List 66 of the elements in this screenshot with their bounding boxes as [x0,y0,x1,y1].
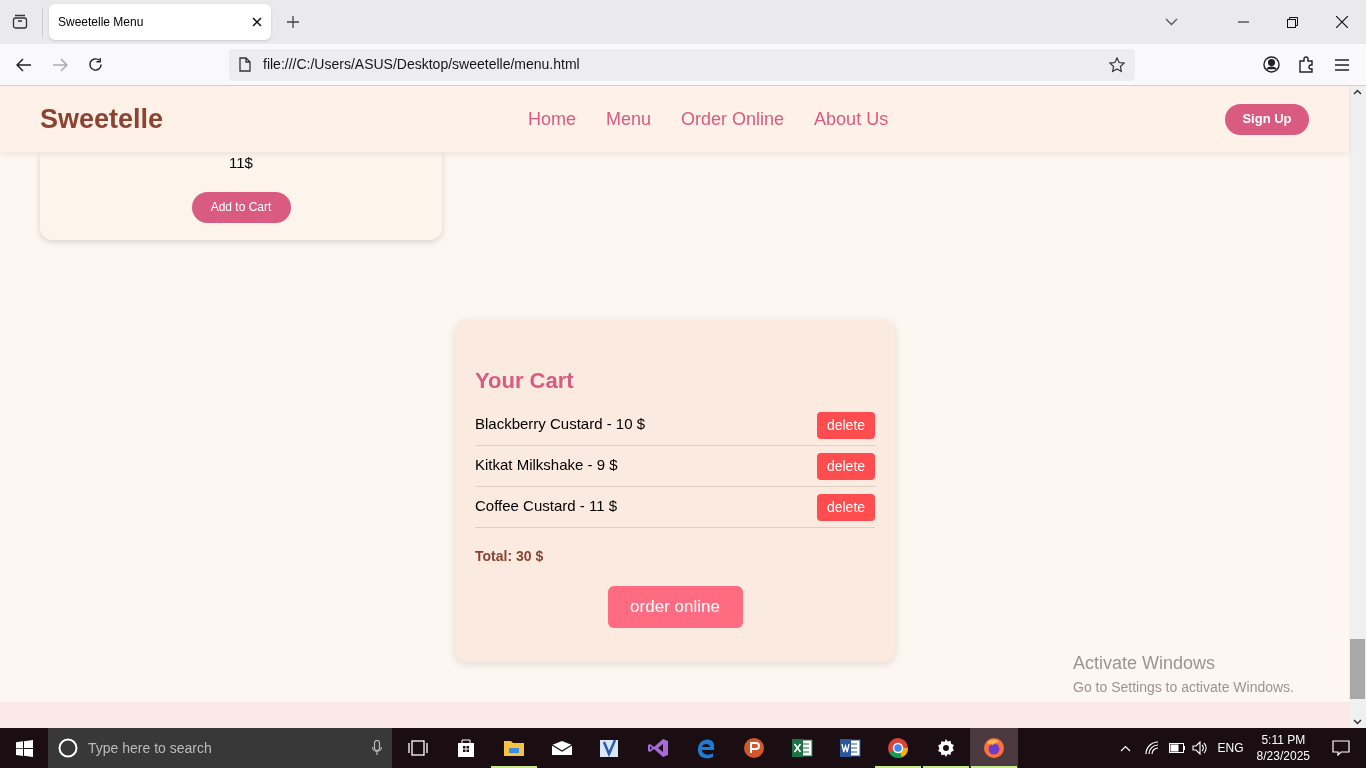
activation-title: Activate Windows [1073,652,1217,675]
scroll-up-icon[interactable] [1353,89,1362,95]
delete-button[interactable]: delete [817,411,875,439]
fox-globe-icon [983,737,1005,759]
cart-item-text: Coffee Custard - 11 $ [475,495,618,516]
delete-button[interactable]: delete [817,493,875,521]
product-price: 11$ [229,153,253,173]
browser-tab[interactable]: Sweetelle Menu [49,4,271,40]
chevron-up-icon[interactable] [1119,744,1131,752]
scroll-thumb[interactable] [1350,639,1365,699]
speaker-icon[interactable] [1191,741,1208,755]
url-text: file:///C:/Users/ASUS/Desktop/sweetelle/menu.html [263,55,580,74]
chevron-down-icon[interactable] [1165,18,1178,26]
letter-v-tile-icon [599,737,621,759]
order-online-button[interactable]: order online [607,586,743,628]
star-icon[interactable] [1109,56,1125,73]
puzzle-piece-icon[interactable] [1299,56,1315,73]
search-placeholder: Type here to search [88,738,212,758]
notification-icon[interactable] [1332,740,1350,756]
task-view-icon [408,740,428,756]
account-icon[interactable] [1263,56,1280,73]
cart-item-text: Kitkat Milkshake - 9 $ [475,454,618,475]
gear-icon [936,738,956,758]
document-icon [239,57,251,72]
battery-icon[interactable] [1168,743,1186,753]
close-icon[interactable] [252,17,262,27]
microphone-icon[interactable] [372,740,382,756]
windows-logo-icon[interactable] [16,739,33,757]
letter-p-circle-icon [743,737,765,759]
language-indicator[interactable]: ENG [1217,739,1244,757]
delete-button[interactable]: delete [817,452,875,480]
restore-icon[interactable] [1287,16,1298,28]
menu-icon[interactable] [1335,58,1349,71]
wifi-icon[interactable] [1144,741,1159,755]
nav-link[interactable]: Home [528,105,576,133]
site-logo[interactable]: Sweetelle [40,98,528,140]
letter-e-icon [695,737,717,759]
nav-link[interactable]: Menu [606,105,652,133]
cart-item-text: Blackberry Custard - 10 $ [475,413,646,434]
taskbar-search-field[interactable]: Type here to search [48,728,392,768]
envelope-icon [551,740,573,756]
sign-up-button[interactable]: Sign Up [1225,103,1309,135]
back-arrow-icon[interactable] [16,57,32,72]
tab-overview-icon[interactable] [12,14,28,30]
infinity-ribbon-icon [647,737,669,759]
scrollbar[interactable] [1349,86,1366,728]
store-bag-icon [456,738,476,758]
address-bar[interactable]: file:///C:/Users/ASUS/Desktop/sweetelle/menu.html [229,48,1135,81]
clock[interactable]: 5:11 PM 8/23/2025 [1256,732,1310,764]
add-to-cart-button[interactable]: Add to Cart [191,191,291,223]
scroll-down-icon[interactable] [1353,719,1362,725]
document-w-icon [839,738,861,758]
activation-message: Go to Settings to activate Windows. [1073,678,1294,697]
folder-icon [503,739,525,757]
taskbar-app-button[interactable] [970,728,1018,768]
close-icon[interactable] [1336,16,1348,28]
search-icon [58,738,78,758]
cart-total: Total: 30 $ [475,547,545,566]
colored-circle-icon [887,737,909,759]
reload-icon[interactable] [88,57,103,72]
nav-link[interactable]: About Us [814,105,889,133]
nav-link[interactable]: Order Online [681,105,785,133]
spreadsheet-x-icon [791,738,813,758]
tab-title: Sweetelle Menu [58,14,144,31]
cart-title: Your Cart [475,367,575,395]
new-tab-icon[interactable] [287,16,299,28]
